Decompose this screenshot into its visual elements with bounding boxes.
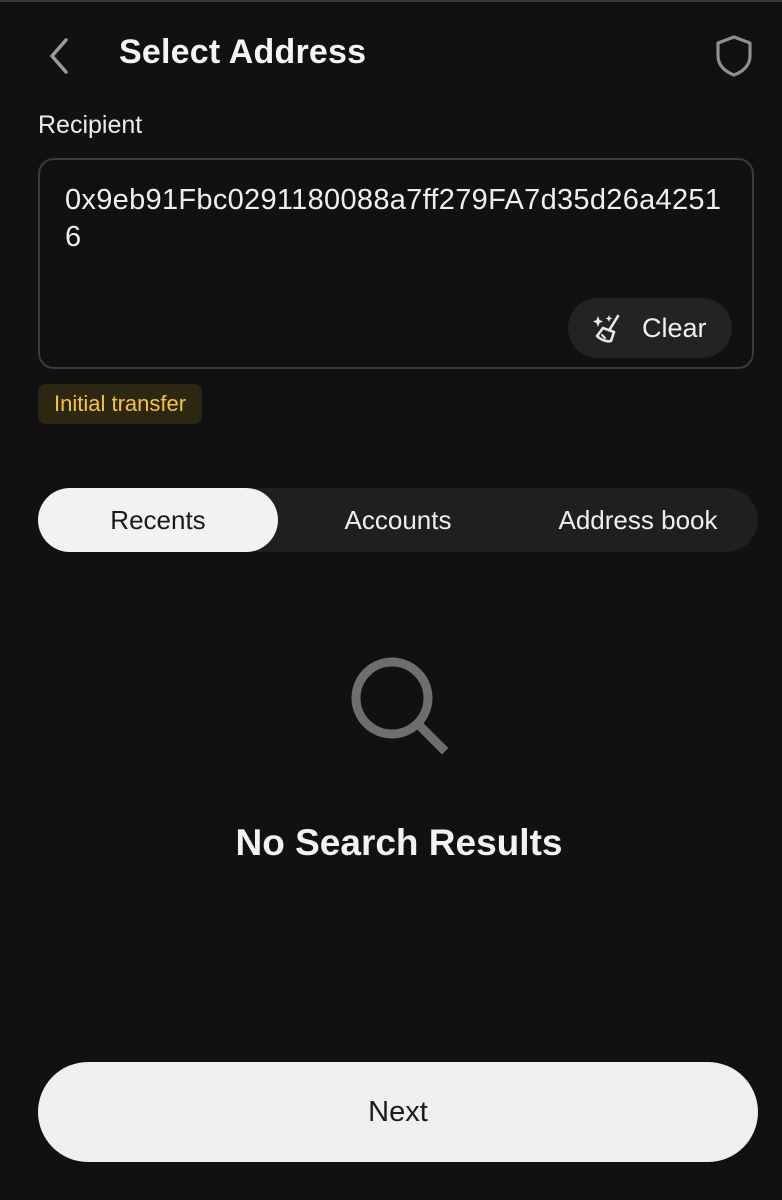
- recipient-address-value[interactable]: 0x9eb91Fbc0291180088a7ff279FA7d35d26a425…: [65, 182, 737, 256]
- security-button[interactable]: [710, 32, 758, 80]
- next-button[interactable]: Next: [38, 1062, 758, 1162]
- address-source-tabs: Recents Accounts Address book: [38, 488, 758, 552]
- top-divider: [0, 0, 782, 2]
- shield-icon: [716, 35, 752, 77]
- status-badge: Initial transfer: [38, 384, 203, 424]
- clear-label: Clear: [642, 312, 707, 343]
- header: Select Address: [0, 14, 782, 96]
- tab-accounts[interactable]: Accounts: [278, 488, 518, 552]
- back-button[interactable]: [36, 32, 84, 80]
- recipient-label: Recipient: [38, 111, 143, 139]
- clear-button[interactable]: Clear: [568, 298, 732, 358]
- tab-recents[interactable]: Recents: [38, 488, 278, 552]
- tab-address-book[interactable]: Address book: [518, 488, 758, 552]
- chevron-left-icon: [50, 38, 68, 74]
- search-icon: [351, 657, 449, 755]
- broom-sparkle-icon: [590, 311, 624, 345]
- recipient-input[interactable]: 0x9eb91Fbc0291180088a7ff279FA7d35d26a425…: [38, 158, 754, 369]
- page-title: Select Address: [119, 33, 367, 71]
- empty-state-message: No Search Results: [235, 822, 563, 863]
